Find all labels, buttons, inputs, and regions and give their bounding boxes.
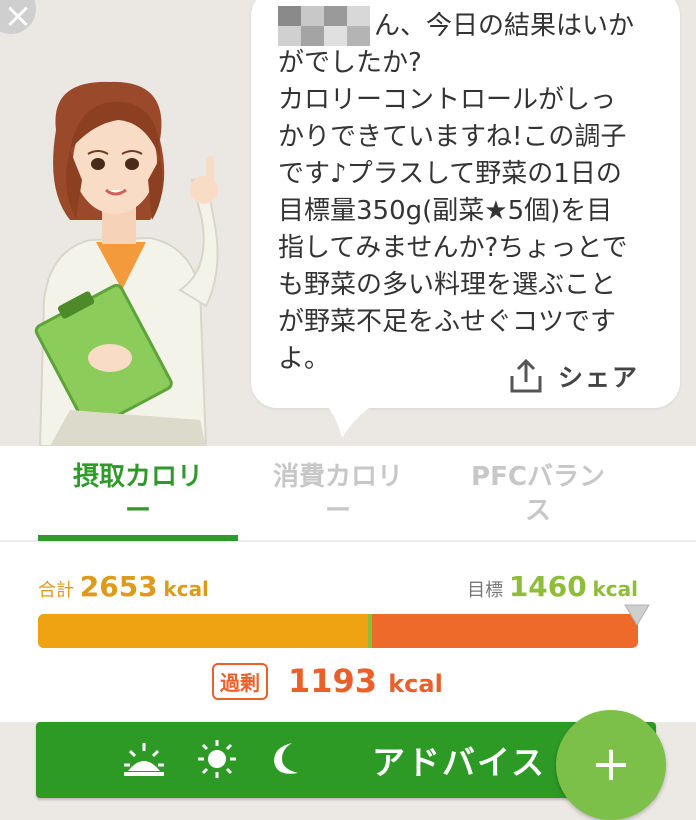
excess-unit: kcal bbox=[388, 670, 443, 698]
total-label: 合計 bbox=[38, 580, 74, 601]
moon-icon[interactable] bbox=[268, 739, 304, 779]
target-value: 1460 bbox=[508, 570, 587, 603]
triangle-down-icon bbox=[624, 604, 650, 626]
total-calories: 合計 2653 kcal bbox=[38, 570, 209, 603]
target-calories: 目標 1460 kcal bbox=[467, 570, 638, 603]
active-tab-indicator bbox=[38, 535, 238, 541]
excess-number: 1193 bbox=[288, 662, 378, 700]
sunrise-icon[interactable] bbox=[122, 739, 166, 779]
add-button[interactable]: + bbox=[556, 710, 666, 820]
advice-message: ん、今日の結果はいか がでしたか? カロリーコントロールがしっ かりできています… bbox=[278, 11, 635, 374]
share-label: シェア bbox=[558, 363, 640, 392]
tab-burned-calories[interactable]: 消費カロリ ー bbox=[238, 460, 438, 528]
calorie-bar-target-line bbox=[368, 614, 372, 648]
tab-bar: 摂取カロリ ー 消費カロリ ー PFCバラン ス bbox=[0, 446, 696, 542]
target-unit: kcal bbox=[592, 577, 638, 601]
advice-label: アドバイス bbox=[372, 743, 547, 782]
close-button[interactable]: × bbox=[0, 0, 36, 36]
sun-icon[interactable] bbox=[196, 738, 238, 780]
excess-calories: 過剰 1193 kcal bbox=[212, 662, 443, 700]
tab-pfc-balance[interactable]: PFCバラン ス bbox=[438, 460, 638, 528]
tab-intake-calories[interactable]: 摂取カロリ ー bbox=[38, 460, 238, 528]
target-label: 目標 bbox=[467, 580, 504, 601]
plus-icon: + bbox=[590, 736, 632, 792]
meal-icons bbox=[122, 738, 304, 780]
advisor-illustration bbox=[34, 81, 219, 446]
calorie-bar bbox=[38, 614, 638, 648]
excess-value: 1193 kcal bbox=[288, 662, 443, 700]
close-icon: × bbox=[3, 0, 33, 36]
share-button[interactable]: シェア bbox=[508, 356, 639, 396]
calorie-panel: 摂取カロリ ー 消費カロリ ー PFCバラン ス 合計 2653 kcal 目標… bbox=[0, 446, 696, 722]
bubble-tail bbox=[322, 400, 382, 438]
calorie-bar-intake bbox=[38, 614, 368, 648]
excess-badge: 過剰 bbox=[212, 662, 268, 700]
total-unit: kcal bbox=[163, 577, 209, 601]
total-value: 2653 bbox=[79, 570, 158, 603]
share-icon bbox=[510, 358, 542, 393]
